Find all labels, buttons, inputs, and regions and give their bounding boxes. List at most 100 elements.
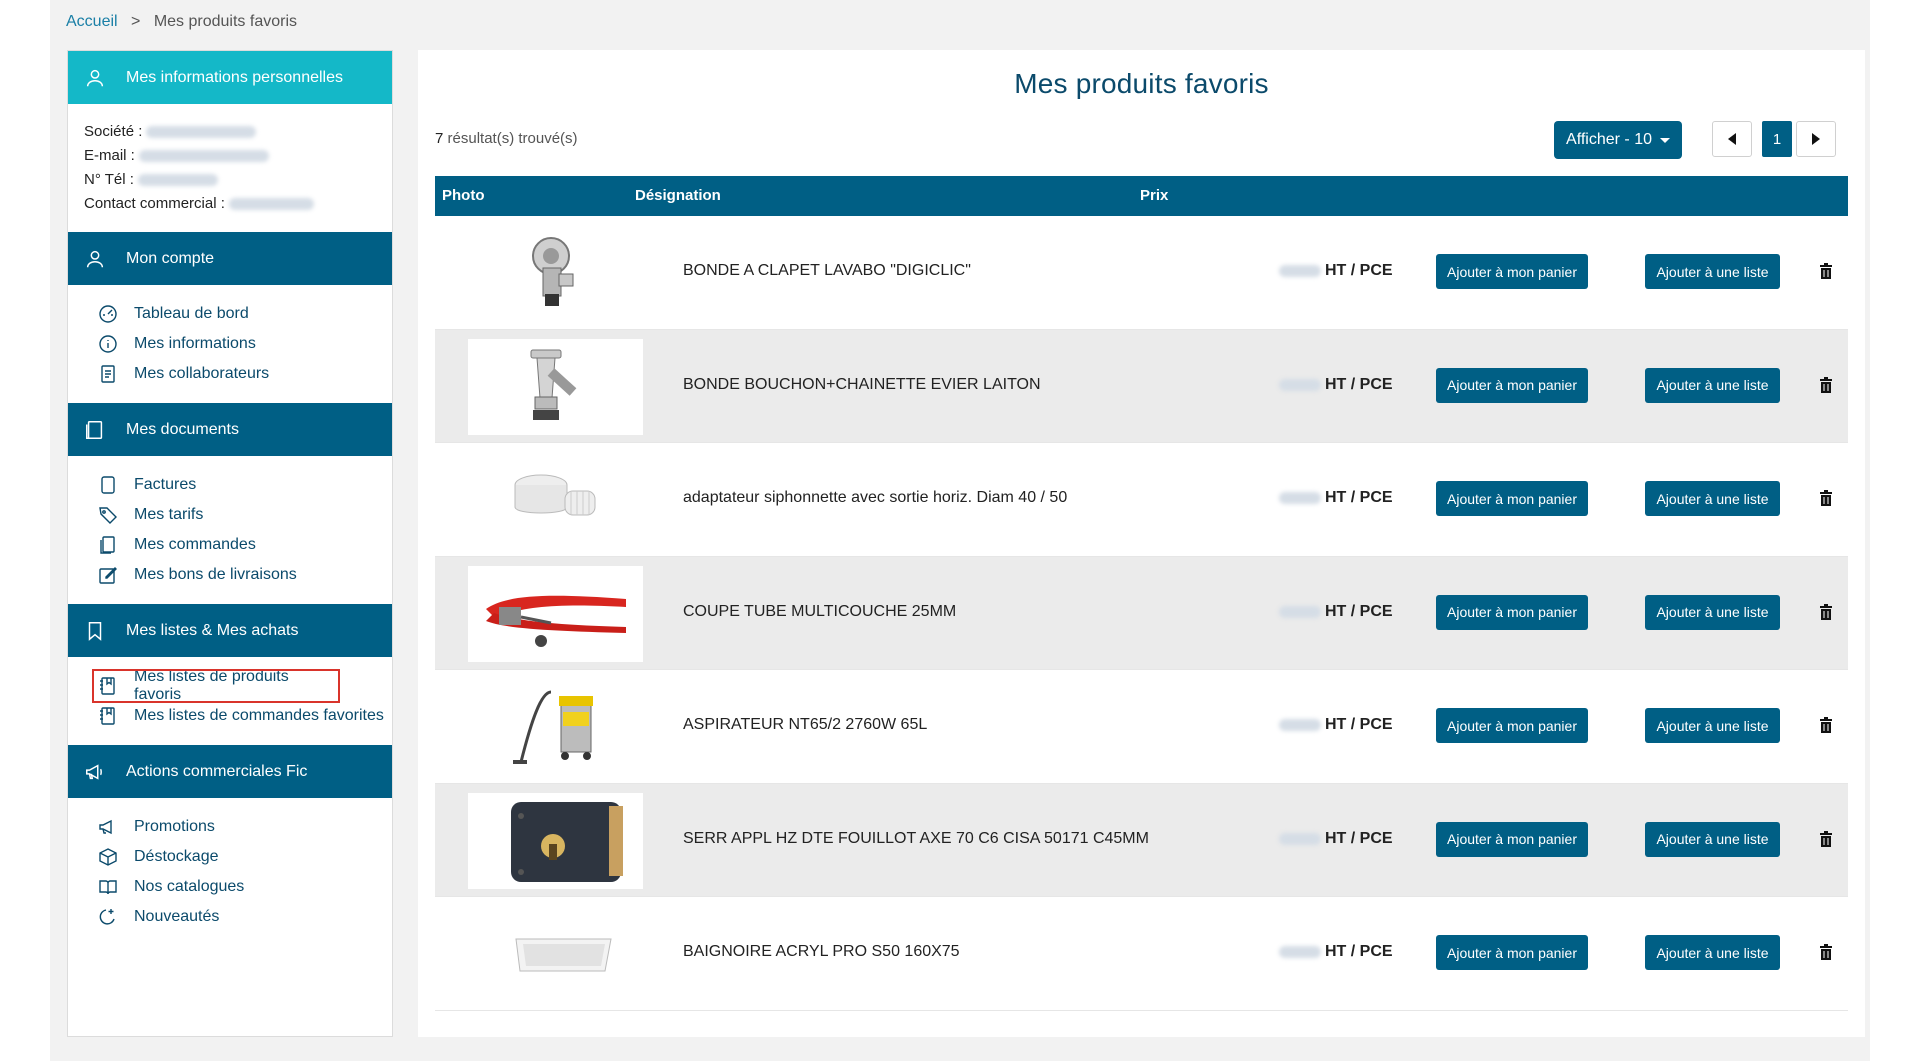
product-photo[interactable]	[468, 679, 643, 775]
add-to-list-button[interactable]: Ajouter à une liste	[1645, 254, 1780, 289]
sidebar-item-label: Déstockage	[134, 848, 219, 865]
sidebar-item-dashboard[interactable]: Tableau de bord	[68, 299, 392, 329]
trash-icon[interactable]	[1819, 717, 1833, 733]
results-count: 7 résultat(s) trouvé(s)	[435, 130, 578, 147]
product-price: HT / PCE	[1275, 830, 1393, 848]
product-image-drain	[530, 349, 576, 420]
trash-icon[interactable]	[1819, 830, 1833, 847]
sidebar-item-delivery-notes[interactable]: Mes bons de livraisons	[68, 560, 392, 590]
product-designation: BAIGNOIRE ACRYL PRO S50 160X75	[683, 943, 960, 960]
product-photo[interactable]	[468, 565, 643, 662]
sidebar-item-tariffs[interactable]: Mes tarifs	[68, 500, 392, 530]
table-row: BONDE A CLAPET LAVABO "DIGICLIC" HT / PC…	[435, 216, 1848, 330]
sidebar-item-destocking[interactable]: Déstockage	[68, 842, 392, 872]
price-value-redacted	[1279, 832, 1321, 845]
add-to-list-button[interactable]: Ajouter à une liste	[1645, 935, 1780, 970]
add-to-cart-button[interactable]: Ajouter à mon panier	[1436, 254, 1588, 289]
commercial-header[interactable]: Actions commerciales Fic	[68, 745, 392, 798]
add-to-list-button[interactable]: Ajouter à une liste	[1645, 481, 1780, 516]
contacts-icon	[98, 364, 118, 384]
page-size-dropdown[interactable]: Afficher - 10	[1554, 121, 1682, 159]
column-price: Prix	[1140, 187, 1169, 204]
table-header: Photo Désignation Prix	[435, 176, 1848, 216]
price-unit: HT / PCE	[1325, 262, 1393, 279]
company-label: Société :	[84, 123, 143, 140]
trash-icon[interactable]	[1819, 944, 1833, 960]
add-to-cart-button[interactable]: Ajouter à mon panier	[1436, 367, 1588, 403]
price-value-redacted	[1279, 265, 1321, 277]
column-designation: Désignation	[635, 187, 721, 204]
price-value-redacted	[1279, 492, 1321, 504]
add-to-list-button[interactable]: Ajouter à une liste	[1645, 367, 1780, 403]
trash-icon[interactable]	[1819, 263, 1833, 279]
product-image-adapter	[514, 474, 595, 516]
trash-icon[interactable]	[1819, 376, 1833, 393]
sidebar-item-favorite-products[interactable]: Mes listes de produits favoris	[92, 668, 340, 703]
page-size-label: Afficher - 10	[1566, 131, 1652, 148]
account-list: Tableau de bord Mes informations Mes col…	[68, 285, 392, 403]
sidebar-item-favorite-orders[interactable]: Mes listes de commandes favorites	[68, 701, 392, 731]
price-unit: HT / PCE	[1325, 375, 1393, 393]
product-designation: BONDE BOUCHON+CHAINETTE EVIER LAITON	[683, 375, 1041, 393]
add-to-cart-button[interactable]: Ajouter à mon panier	[1436, 708, 1588, 743]
product-photo[interactable]	[468, 792, 643, 889]
lists-title: Mes listes & Mes achats	[126, 621, 299, 639]
price-unit: HT / PCE	[1325, 829, 1393, 847]
lists-header[interactable]: Mes listes & Mes achats	[68, 604, 392, 657]
list-icon	[98, 706, 118, 726]
sidebar-item-promotions[interactable]: Promotions	[68, 812, 392, 842]
sidebar-item-label: Mes bons de livraisons	[134, 566, 297, 583]
breadcrumb-home-link[interactable]: Accueil	[66, 13, 118, 30]
table-row: adaptateur siphonnette avec sortie horiz…	[435, 443, 1848, 557]
sidebar-item-collaborators[interactable]: Mes collaborateurs	[68, 359, 392, 389]
product-photo[interactable]	[468, 225, 643, 321]
pagination: 1	[1712, 121, 1836, 157]
sidebar-item-label: Mes informations	[134, 335, 256, 352]
product-image-vacuum	[512, 690, 593, 764]
documents-header[interactable]: Mes documents	[68, 403, 392, 456]
add-to-cart-button[interactable]: Ajouter à mon panier	[1436, 821, 1588, 857]
sidebar-item-informations[interactable]: Mes informations	[68, 329, 392, 359]
megaphone-icon	[98, 817, 118, 837]
arrow-left-icon	[1728, 133, 1736, 145]
sidebar-item-label: Mes listes de produits favoris	[134, 668, 289, 703]
trash-icon[interactable]	[1819, 490, 1833, 506]
add-to-cart-button[interactable]: Ajouter à mon panier	[1436, 481, 1588, 516]
bookmark-icon	[84, 620, 106, 642]
product-photo[interactable]	[468, 338, 643, 435]
add-to-cart-button[interactable]: Ajouter à mon panier	[1436, 594, 1588, 630]
user-icon	[84, 248, 106, 270]
product-image-cutter	[485, 595, 626, 647]
book-icon	[98, 877, 118, 897]
sidebar-item-invoices[interactable]: Factures	[68, 470, 392, 500]
trash-icon[interactable]	[1819, 603, 1833, 620]
product-photo[interactable]	[468, 452, 643, 548]
contact-label: Contact commercial :	[84, 195, 225, 212]
product-image-lock	[510, 801, 623, 882]
sidebar-item-label: Factures	[134, 476, 197, 493]
table-row: BAIGNOIRE ACRYL PRO S50 160X75 HT / PCE …	[435, 897, 1848, 1011]
sidebar-item-orders[interactable]: Mes commandes	[68, 530, 392, 560]
add-to-list-button[interactable]: Ajouter à une liste	[1645, 821, 1780, 857]
sidebar-item-catalogues[interactable]: Nos catalogues	[68, 872, 392, 902]
product-price: HT / PCE	[1275, 603, 1393, 621]
sidebar-item-new-products[interactable]: Nouveautés	[68, 902, 392, 932]
add-to-list-button[interactable]: Ajouter à une liste	[1645, 594, 1780, 630]
product-photo[interactable]	[468, 906, 643, 1002]
sidebar: Mes informations personnelles Société : …	[67, 50, 393, 1037]
personal-info-header[interactable]: Mes informations personnelles	[68, 51, 392, 104]
add-to-cart-button[interactable]: Ajouter à mon panier	[1436, 935, 1588, 970]
add-to-list-button[interactable]: Ajouter à une liste	[1645, 708, 1780, 743]
product-designation: SERR APPL HZ DTE FOUILLOT AXE 70 C6 CISA…	[683, 829, 1149, 847]
page-number-button[interactable]: 1	[1762, 121, 1792, 157]
breadcrumb-current: Mes produits favoris	[153, 13, 297, 30]
previous-page-button[interactable]	[1712, 121, 1752, 157]
dashboard-icon	[98, 304, 118, 324]
table-row: SERR APPL HZ DTE FOUILLOT AXE 70 C6 CISA…	[435, 783, 1848, 897]
next-page-button[interactable]	[1796, 121, 1836, 157]
account-header[interactable]: Mon compte	[68, 232, 392, 285]
edit-icon	[98, 565, 118, 585]
product-designation: BONDE A CLAPET LAVABO "DIGICLIC"	[683, 262, 971, 279]
product-image-bathtub	[514, 938, 612, 972]
info-icon	[98, 334, 118, 354]
